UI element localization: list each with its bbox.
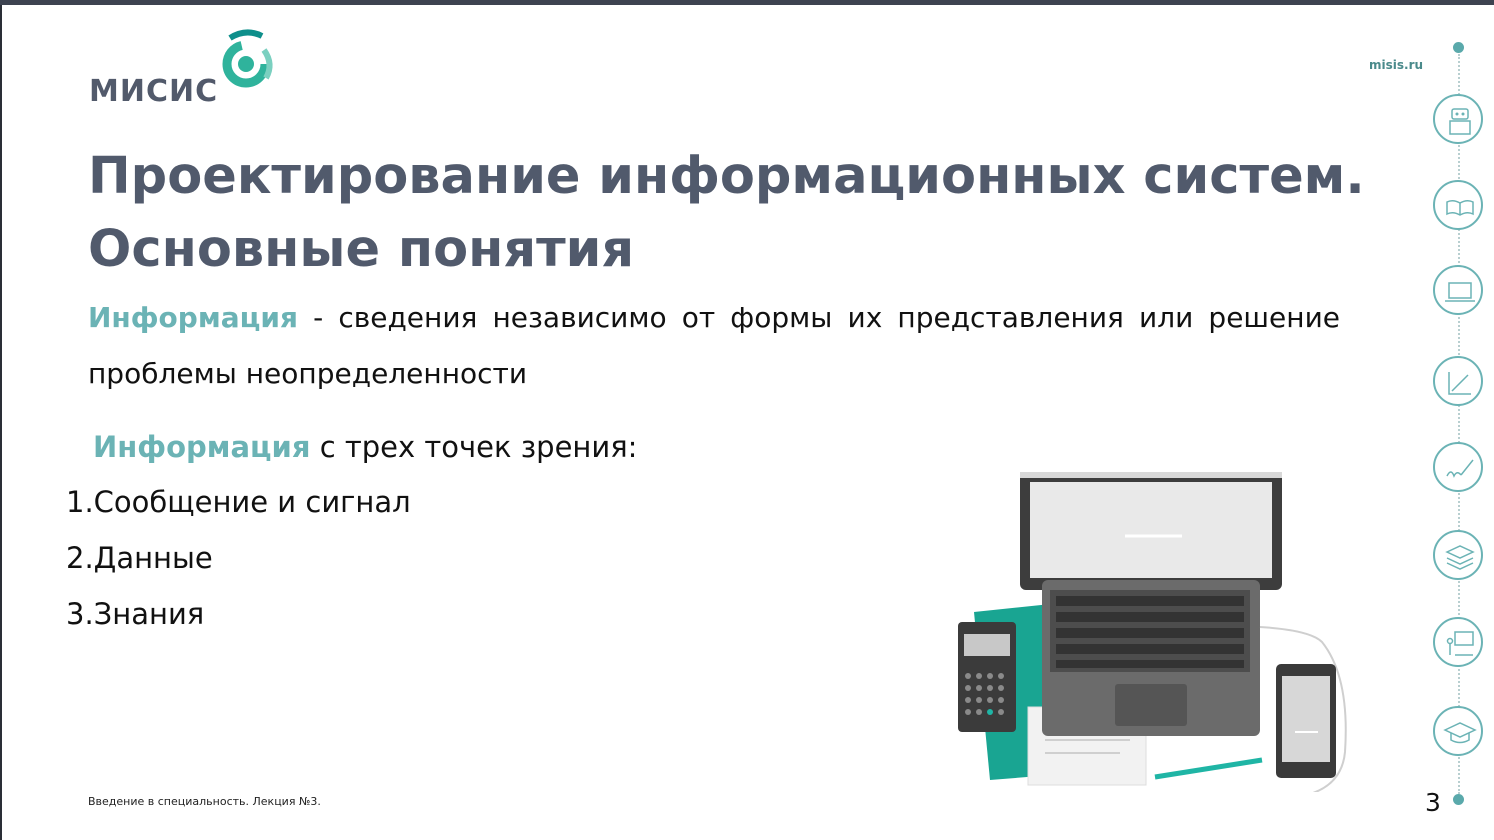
left-border (0, 5, 2, 840)
list-item: 3.Знания (66, 597, 205, 631)
definition-paragraph: Информация - сведения независимо от форм… (88, 290, 1340, 402)
viewpoints-list: 1.Сообщение и сигнал 2.Данные 3.Знания (66, 484, 411, 652)
page-number: 3 (1425, 788, 1441, 817)
title-line-1: Проектирование информационных систем. (88, 147, 1365, 206)
logo-emblem (222, 29, 273, 88)
rail-bottom-dot (1453, 794, 1464, 805)
laptop-icon[interactable] (1433, 265, 1483, 315)
rail-top-dot (1453, 42, 1464, 53)
book-icon[interactable] (1433, 180, 1483, 230)
title-line-2: Основные понятия (88, 220, 635, 279)
viewpoints-text: с трех точек зрения: (310, 430, 638, 464)
laptop-illustration (950, 462, 1380, 796)
site-url[interactable]: misis.ru (1369, 58, 1423, 72)
misis-logo: МИСИС (86, 28, 286, 112)
list-item: 1.Сообщение и сигнал (66, 485, 411, 519)
navigation-rail (1429, 40, 1489, 820)
footer-text: Введение в специальность. Лекция №3. (88, 795, 321, 808)
list-item: 2.Данные (66, 541, 213, 575)
top-border (0, 0, 1494, 5)
definition-term: Информация (88, 301, 298, 334)
signature-icon[interactable] (1433, 442, 1483, 492)
viewpoints-term: Информация (93, 430, 311, 464)
graduation-cap-icon[interactable] (1433, 706, 1483, 756)
stack-icon[interactable] (1433, 530, 1483, 580)
rail-dotted-line (1458, 54, 1460, 794)
robot-icon[interactable] (1433, 94, 1483, 144)
logo-text: МИСИС (89, 74, 219, 109)
chart-icon[interactable] (1433, 356, 1483, 406)
teacher-icon[interactable] (1433, 617, 1483, 667)
viewpoints-heading: Информация с трех точек зрения: (93, 430, 637, 464)
slide-title: Проектирование информационных систем. Ос… (88, 140, 1388, 286)
